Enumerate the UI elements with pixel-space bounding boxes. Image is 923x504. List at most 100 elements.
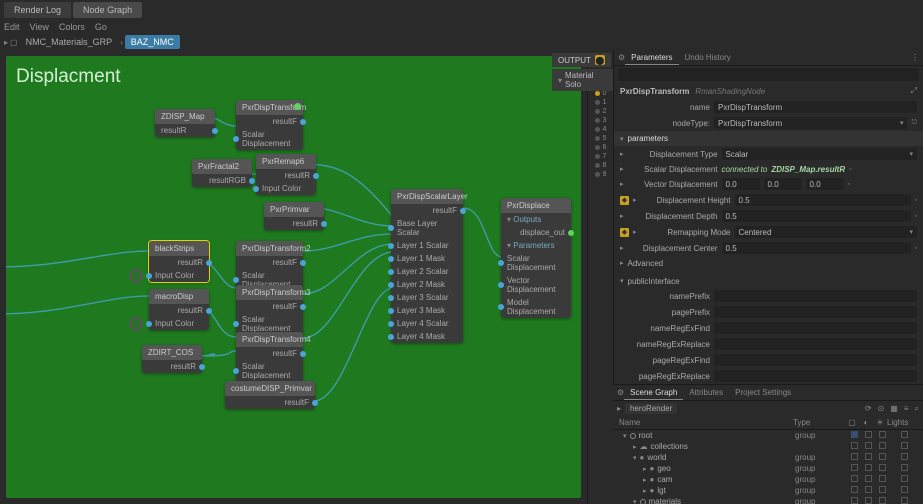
param-expand-icon[interactable]: ⤢ [911, 86, 917, 96]
node-title: PxrPrimvar [264, 202, 324, 217]
led-row[interactable]: 2 [595, 108, 607, 115]
node-macrodisp[interactable]: macroDisp resultR Input Color [149, 289, 209, 330]
output-warning-icon[interactable]: ⬤ [595, 55, 605, 65]
node-title: PxrRemap6 [256, 154, 316, 169]
node-blackstrips[interactable]: blackStrips resultR Input Color [149, 241, 209, 282]
tab-undo-history[interactable]: Undo History [679, 51, 737, 64]
tab-scene-graph[interactable]: Scene Graph [624, 386, 683, 400]
tab-parameters[interactable]: Parameters [625, 51, 678, 65]
tree-row[interactable]: ▸☁collections [613, 441, 923, 452]
node-port: resultF [236, 347, 303, 360]
section-public-interface[interactable]: publicInterface [628, 277, 680, 286]
breadcrumb-back-icon[interactable]: ▸ [4, 38, 8, 47]
tree-row[interactable]: ▾materials group [613, 496, 923, 504]
field-remap[interactable]: Centered [735, 226, 917, 238]
param-search[interactable] [618, 68, 919, 81]
tab-render-log[interactable]: Render Log [4, 2, 71, 18]
scene-breadcrumb[interactable]: heroRender [625, 403, 677, 414]
tab-attributes[interactable]: Attributes [683, 386, 729, 399]
node-port: resultF [236, 300, 303, 313]
node-pxrdisptransform[interactable]: PxrDispTransform resultF Scalar Displace… [236, 100, 303, 150]
focus-icon[interactable]: ⊙ [878, 404, 885, 414]
led-row[interactable]: 0 [595, 90, 607, 97]
field-vy[interactable]: 0.0 [764, 178, 802, 190]
field-name[interactable]: PxrDispTransform [714, 101, 917, 113]
field-pageprefix[interactable] [714, 306, 917, 318]
field-pageregexreplace[interactable] [714, 370, 917, 382]
field-disp-center[interactable]: 0.5 [722, 242, 911, 254]
led-row[interactable]: 4 [595, 126, 607, 133]
field-vx[interactable]: 0.0 [722, 178, 760, 190]
node-port-in: Layer 2 Mask [391, 278, 463, 291]
keyframe-icon[interactable]: ◆ [620, 196, 629, 205]
field-disp-height[interactable]: 0.5 [735, 194, 911, 206]
search-icon[interactable]: ⌕ [915, 404, 919, 414]
led-row[interactable]: 7 [595, 153, 607, 160]
scene-history-icon[interactable]: ▸ [617, 404, 621, 413]
node-pxrdisptransform3[interactable]: PxrDispTransform3 resultF Scalar Displac… [236, 285, 303, 335]
node-port: resultF [236, 115, 303, 128]
label-scalar-disp: Scalar Displacement [628, 165, 718, 174]
lock-icon[interactable]: ⎋ [911, 119, 917, 127]
node-zdisp-map[interactable]: ZDISP_Map resultR [155, 109, 215, 137]
menu-edit[interactable]: Edit [4, 22, 20, 32]
menu-go[interactable]: Go [95, 22, 107, 32]
tab-node-graph[interactable]: Node Graph [73, 2, 142, 18]
led-row[interactable]: 3 [595, 117, 607, 124]
led-row[interactable]: 6 [595, 144, 607, 151]
field-disp-type[interactable]: Scalar [722, 148, 917, 160]
crumb-materials-grp[interactable]: NMC_Materials_GRP [20, 35, 119, 49]
sync-icon[interactable]: ⟳ [865, 404, 872, 414]
node-graph-canvas[interactable]: Displacment ZDISP_Map resultR PxrDispTra… [6, 56, 581, 498]
tree-row[interactable]: ▾root group [613, 430, 923, 441]
material-solo[interactable]: ▾Material Solo [552, 69, 613, 91]
node-port: displace_out [501, 226, 571, 239]
grid-icon[interactable]: ▦ [890, 404, 898, 414]
node-title: macroDisp [149, 289, 209, 304]
node-zdirt-cos[interactable]: ZDIRT_COS resultR [142, 345, 202, 373]
node-pxrdisptransform2[interactable]: PxrDispTransform2 resultF Scalar Displac… [236, 241, 303, 291]
led-row[interactable]: 1 [595, 99, 607, 106]
field-nameregexreplace[interactable] [714, 338, 917, 350]
field-pageregexfind[interactable] [714, 354, 917, 366]
connected-target[interactable]: ZDISP_Map.resultR [771, 165, 845, 174]
tree-row[interactable]: ▸●cam group [613, 474, 923, 485]
node-port-in: Layer 1 Scalar [391, 239, 463, 252]
menu-view[interactable]: View [30, 22, 49, 32]
field-vz[interactable]: 0.0 [806, 178, 844, 190]
panel-menu-icon[interactable]: ⋮ [911, 53, 919, 62]
node-pxrfractal2[interactable]: PxrFractal2 resultRGB [192, 159, 252, 187]
node-port: resultRGB [192, 174, 252, 187]
menu-colors[interactable]: Colors [59, 22, 85, 32]
node-port-in: Scalar Displacement [236, 128, 303, 150]
node-pxrdisptransform4[interactable]: PxrDispTransform4 resultF Scalar Displac… [236, 332, 303, 382]
keyframe-icon[interactable]: ◆ [620, 228, 629, 237]
node-pxrdisplace[interactable]: PxrDisplace ▾ Outputs displace_out ▾ Par… [501, 198, 571, 318]
node-pxrdispscalarlayer[interactable]: PxrDispScalarLayer resultF Base Layer Sc… [391, 189, 463, 343]
field-nodetype[interactable]: PxrDispTransform [714, 117, 907, 129]
filter-icon[interactable]: ≡ [904, 404, 909, 414]
led-row[interactable]: 8 [595, 162, 607, 169]
label-disp-center: Displacement Center [628, 244, 718, 253]
section-advanced[interactable]: Advanced [628, 259, 664, 268]
section-parameters[interactable]: ▾parameters [614, 131, 923, 146]
node-pxrremap[interactable]: PxrRemap6 resultR Input Color [256, 154, 316, 195]
led-row[interactable]: 9 [595, 171, 607, 178]
field-nameprefix[interactable] [714, 290, 917, 302]
node-title: PxrDispTransform2 [236, 241, 303, 256]
breadcrumb-box-icon[interactable]: ▢ [10, 38, 18, 47]
tree-row[interactable]: ▸●geo group [613, 463, 923, 474]
tab-project-settings[interactable]: Project Settings [729, 386, 797, 399]
node-pxrprimvar[interactable]: PxrPrimvar resultR [264, 202, 324, 230]
crumb-baz-nmc[interactable]: BAZ_NMC [125, 35, 180, 49]
tree-row[interactable]: ▾●world group [613, 452, 923, 463]
node-costumedisp-primvar[interactable]: costumeDISP_Primvar resultF [225, 381, 315, 409]
field-disp-depth[interactable]: 0.5 [722, 210, 911, 222]
gear-icon[interactable]: ⚙ [618, 53, 625, 62]
tree-row[interactable]: ▸●lgt group [613, 485, 923, 496]
field-nameregexfind[interactable] [714, 322, 917, 334]
gear-icon[interactable]: ⚙ [617, 388, 624, 397]
node-port-in: Input Color [149, 317, 209, 330]
param-hint: RmanShadingNode [695, 87, 765, 96]
led-row[interactable]: 5 [595, 135, 607, 142]
